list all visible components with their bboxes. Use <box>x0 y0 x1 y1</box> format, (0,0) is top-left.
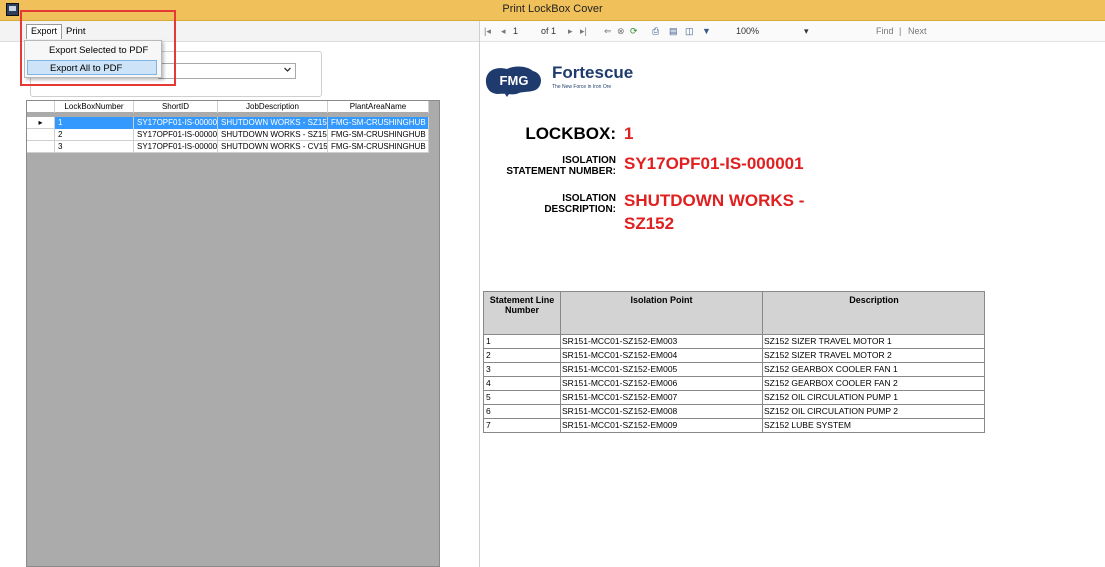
cell-desc: SZ152 OIL CIRCULATION PUMP 2 <box>764 406 898 416</box>
cell-shortid[interactable]: SY17OPF01-IS-000002 <box>134 129 218 141</box>
cell-job[interactable]: SHUTDOWN WORKS - SZ152 <box>218 117 328 129</box>
cell-desc: SZ152 SIZER TRAVEL MOTOR 2 <box>764 350 892 360</box>
current-page-input[interactable]: 1 <box>513 26 518 36</box>
page-count: of 1 <box>541 26 557 36</box>
cell-shortid[interactable]: SY17OPF01-IS-000001 <box>134 117 218 129</box>
cell-point: SR151-MCC01-SZ152-EM006 <box>562 378 678 388</box>
row-selector-icon[interactable]: ▸ <box>27 117 55 129</box>
cell-lockbox[interactable]: 3 <box>55 141 134 153</box>
chevron-down-icon[interactable] <box>283 65 292 76</box>
cell-job[interactable]: SHUTDOWN WORKS - CV151 <box>218 141 328 153</box>
grid-header-row: LockBoxNumber ShortID JobDescription Pla… <box>27 101 429 113</box>
cell-point: SR151-MCC01-SZ152-EM009 <box>562 420 678 430</box>
isolation-description-value-2: SZ152 <box>624 214 675 233</box>
logo-tagline: The New Force in Iron Ore <box>552 84 612 90</box>
column-header-plantareaname[interactable]: PlantAreaName <box>328 101 429 113</box>
last-page-icon[interactable]: ▸| <box>580 26 587 37</box>
cell-plant[interactable]: FMG-SM-CRUSHINGHUB <box>328 141 429 153</box>
fmg-logo: FMG <box>483 63 545 97</box>
table-row[interactable]: 2 SY17OPF01-IS-000002 SHUTDOWN WORKS - S… <box>27 129 429 141</box>
cell-line: 3 <box>486 364 491 374</box>
cell-line: 4 <box>486 378 491 388</box>
cell-plant[interactable]: FMG-SM-CRUSHINGHUB <box>328 117 429 129</box>
table-row: 1 SR151-MCC01-SZ152-EM003 SZ152 SIZER TR… <box>483 335 985 349</box>
cell-desc: SZ152 GEARBOX COOLER FAN 1 <box>764 364 898 374</box>
lockbox-label: LOCKBOX: <box>525 124 616 143</box>
page-setup-icon[interactable]: ◫ <box>685 26 694 37</box>
next-page-icon[interactable]: ▸ <box>568 26 573 37</box>
table-row: 3 SR151-MCC01-SZ152-EM005 SZ152 GEARBOX … <box>483 363 985 377</box>
cell-lockbox[interactable]: 2 <box>55 129 134 141</box>
report-toolbar <box>480 21 1105 42</box>
cell-point: SR151-MCC01-SZ152-EM007 <box>562 392 678 402</box>
cell-line: 2 <box>486 350 491 360</box>
find-button[interactable]: Find <box>876 26 894 36</box>
cell-point: SR151-MCC01-SZ152-EM004 <box>562 350 678 360</box>
refresh-icon[interactable]: ⟳ <box>630 26 638 37</box>
back-icon[interactable]: ⇐ <box>604 26 612 37</box>
cell-plant[interactable]: FMG-SM-CRUSHINGHUB <box>328 129 429 141</box>
cell-point: SR151-MCC01-SZ152-EM003 <box>562 336 678 346</box>
isolation-description-label-2: DESCRIPTION: <box>544 204 616 215</box>
zoom-select[interactable]: 100% <box>736 26 759 36</box>
row-header-corner <box>27 101 55 113</box>
table-row: 5 SR151-MCC01-SZ152-EM007 SZ152 OIL CIRC… <box>483 391 985 405</box>
cell-lockbox[interactable]: 1 <box>55 117 134 129</box>
print-layout-icon[interactable]: ▤ <box>669 26 678 37</box>
lockbox-data-grid[interactable] <box>26 100 440 567</box>
print-icon[interactable]: ⎙ <box>652 26 659 37</box>
cell-line: 6 <box>486 406 491 416</box>
isolation-statement-value: SY17OPF01-IS-000001 <box>624 154 804 173</box>
prev-page-icon[interactable]: ◂ <box>501 26 506 37</box>
cell-job[interactable]: SHUTDOWN WORKS - SZ151 <box>218 129 328 141</box>
logo-initials: FMG <box>500 73 529 88</box>
table-row: 2 SR151-MCC01-SZ152-EM004 SZ152 SIZER TR… <box>483 349 985 363</box>
lockbox-value: 1 <box>624 124 634 143</box>
first-page-icon[interactable]: |◂ <box>484 26 491 37</box>
header-statement-line-number: Statement Line Number <box>489 295 555 315</box>
header-description: Description <box>849 295 899 305</box>
cell-line: 7 <box>486 420 491 430</box>
cell-point: SR151-MCC01-SZ152-EM008 <box>562 406 678 416</box>
table-row: 6 SR151-MCC01-SZ152-EM008 SZ152 OIL CIRC… <box>483 405 985 419</box>
cell-desc: SZ152 GEARBOX COOLER FAN 2 <box>764 378 898 388</box>
cell-point: SR151-MCC01-SZ152-EM005 <box>562 364 678 374</box>
isolation-statement-label-1: ISOLATION <box>562 155 616 166</box>
isolation-description-label-1: ISOLATION <box>562 193 616 204</box>
table-header: Statement Line Number Isolation Point De… <box>483 291 985 335</box>
cell-desc: SZ152 OIL CIRCULATION PUMP 1 <box>764 392 898 402</box>
table-row[interactable]: ▸ 1 SY17OPF01-IS-000001 SHUTDOWN WORKS -… <box>27 117 429 129</box>
cell-shortid[interactable]: SY17OPF01-IS-000003 <box>134 141 218 153</box>
table-row: 4 SR151-MCC01-SZ152-EM006 SZ152 GEARBOX … <box>483 377 985 391</box>
column-header-lockboxnumber[interactable]: LockBoxNumber <box>55 101 134 113</box>
export-icon[interactable]: ▼ <box>702 26 711 36</box>
cell-line: 1 <box>486 336 491 346</box>
logo-name: Fortescue <box>552 63 634 82</box>
zoom-dropdown-icon[interactable]: ▾ <box>804 26 809 37</box>
highlight-annotation-box <box>20 10 176 86</box>
header-isolation-point: Isolation Point <box>630 295 693 305</box>
row-selector[interactable] <box>27 129 55 141</box>
table-row[interactable]: 3 SY17OPF01-IS-000003 SHUTDOWN WORKS - C… <box>27 141 429 153</box>
table-row: 7 SR151-MCC01-SZ152-EM009 SZ152 LUBE SYS… <box>483 419 985 433</box>
cell-desc: SZ152 SIZER TRAVEL MOTOR 1 <box>764 336 892 346</box>
cell-desc: SZ152 LUBE SYSTEM <box>764 420 851 430</box>
column-header-jobdescription[interactable]: JobDescription <box>218 101 328 113</box>
filter-combobox[interactable] <box>158 63 296 79</box>
isolation-statement-label-2: STATEMENT NUMBER: <box>506 166 616 177</box>
next-button[interactable]: Next <box>908 26 927 36</box>
isolation-description-value-1: SHUTDOWN WORKS - <box>624 191 805 210</box>
cell-line: 5 <box>486 392 491 402</box>
toolbar-separator: | <box>899 26 902 36</box>
panel-divider <box>479 21 480 567</box>
stop-icon[interactable]: ⊗ <box>617 26 625 37</box>
column-header-shortid[interactable]: ShortID <box>134 101 218 113</box>
row-selector[interactable] <box>27 141 55 153</box>
